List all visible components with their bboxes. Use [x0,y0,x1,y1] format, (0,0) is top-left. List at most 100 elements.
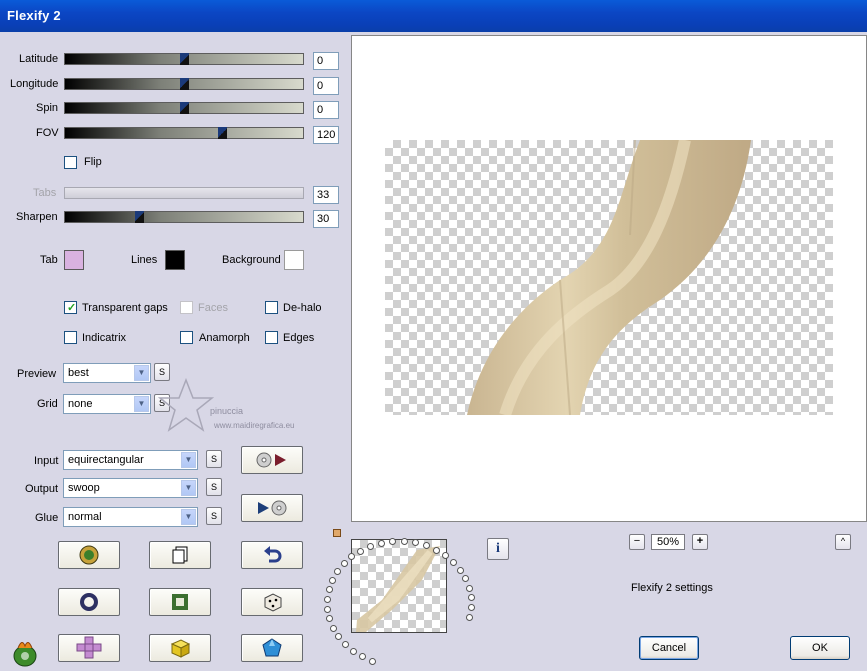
output-select-label: Output [25,483,59,495]
undo-button[interactable] [241,541,303,569]
rotation-dot[interactable] [341,641,349,648]
sharpen-label: Sharpen [16,211,58,223]
zoom-in-button[interactable]: + [692,534,708,550]
fov-label: FOV [36,127,59,139]
palette-icon [79,545,99,565]
ok-button[interactable]: OK [790,636,850,660]
load-preset-button[interactable] [241,446,303,474]
rotation-dot[interactable] [329,624,337,632]
rotation-dot[interactable] [467,603,475,611]
yellow-cube-icon [170,639,191,658]
preview-select[interactable]: best ▼ [63,363,151,383]
preview-select-label: Preview [17,368,57,380]
grid-select-value: none [68,398,93,410]
flaming-pear-logo-icon [13,642,37,667]
lines-color-swatch[interactable] [165,250,185,270]
grid-select-label: Grid [37,398,58,410]
randomize-colors-button[interactable] [58,541,120,569]
rotation-dot[interactable] [467,594,475,602]
input-s-button[interactable]: S [206,450,222,468]
sharpen-slider-thumb[interactable] [135,211,144,223]
tabs-value-field[interactable]: 33 [313,186,339,204]
background-color-swatch[interactable] [284,250,304,270]
spin-slider[interactable] [64,102,304,114]
rotation-dot[interactable] [432,546,440,554]
copy-pages-icon [172,546,188,564]
collapse-up-button[interactable]: ^ [835,534,851,550]
swoop-preview-image [467,140,751,415]
watermark-url: www.maidiregrafica.eu [213,421,294,430]
save-preset-button[interactable] [241,494,303,522]
play-to-disc-icon [258,500,287,516]
glue-select-label: Glue [35,512,59,524]
tabs-slider [64,187,304,199]
fov-value-field[interactable]: 120 [313,126,339,144]
edges-checkbox[interactable] [265,331,278,344]
longitude-slider-thumb[interactable] [180,78,189,90]
dehalo-label: De-halo [283,302,322,314]
check-icon: ✓ [67,302,77,314]
rotation-dot[interactable] [400,538,408,546]
sharpen-value-field[interactable]: 30 [313,210,339,228]
latitude-slider[interactable] [64,53,304,65]
watermark-name: pinuccia [210,406,243,416]
glue-s-button[interactable]: S [206,507,222,525]
input-select-value: equirectangular [68,454,144,466]
spin-value-field[interactable]: 0 [313,101,339,119]
cross-button[interactable] [58,634,120,662]
zoom-level: 50% [651,534,685,550]
latitude-value-field[interactable]: 0 [313,52,339,70]
chevron-down-icon: ▼ [181,480,196,496]
rotation-dot[interactable] [466,613,474,621]
green-square-icon [172,594,188,610]
longitude-label: Longitude [10,78,59,90]
input-select[interactable]: equirectangular ▼ [63,450,198,470]
glue-select[interactable]: normal ▼ [63,507,198,527]
info-button[interactable]: i [487,538,509,560]
grid-select[interactable]: none ▼ [63,394,151,414]
copy-button[interactable] [149,541,211,569]
zoom-out-button[interactable]: − [629,534,645,550]
tabs-label: Tabs [33,187,57,199]
rotation-dot[interactable] [378,539,386,547]
flip-label: Flip [84,156,102,168]
dehalo-checkbox[interactable] [265,301,278,314]
rotation-dot[interactable] [456,566,464,574]
spin-slider-thumb[interactable] [180,102,189,114]
edges-label: Edges [283,332,315,344]
fov-slider[interactable] [64,127,304,139]
disc-to-play-icon [256,452,286,468]
latitude-slider-thumb[interactable] [180,53,189,65]
glue-select-value: normal [68,511,102,523]
cancel-button[interactable]: Cancel [639,636,699,660]
preview-select-value: best [68,367,89,379]
chevron-down-icon: ▼ [181,509,196,525]
flip-checkbox[interactable] [64,156,77,169]
rotation-dot[interactable] [350,647,358,655]
cross-tiles-icon [76,636,102,659]
lines-color-label: Lines [131,254,158,266]
thumbnail-handle[interactable] [333,529,341,537]
anamorph-checkbox[interactable] [180,331,193,344]
tab-color-swatch[interactable] [64,250,84,270]
output-s-button[interactable]: S [206,478,222,496]
rotation-dot[interactable] [450,558,457,566]
input-select-label: Input [34,455,59,467]
fov-slider-thumb[interactable] [218,127,227,139]
faces-label: Faces [198,302,228,314]
indicatrix-checkbox[interactable] [64,331,77,344]
random-button[interactable] [241,588,303,616]
square-button[interactable] [149,588,211,616]
rotation-dot[interactable] [422,542,430,550]
cube-button[interactable] [149,634,211,662]
polyhedron-button[interactable] [241,634,303,662]
output-select[interactable]: swoop ▼ [63,478,198,498]
output-select-value: swoop [68,482,100,494]
sharpen-slider[interactable] [64,211,304,223]
ring-button[interactable] [58,588,120,616]
transparent-gaps-checkbox[interactable]: ✓ [64,301,77,314]
longitude-slider[interactable] [64,78,304,90]
longitude-value-field[interactable]: 0 [313,77,339,95]
rotation-dot[interactable] [465,584,473,592]
chevron-down-icon: ▼ [134,365,149,381]
